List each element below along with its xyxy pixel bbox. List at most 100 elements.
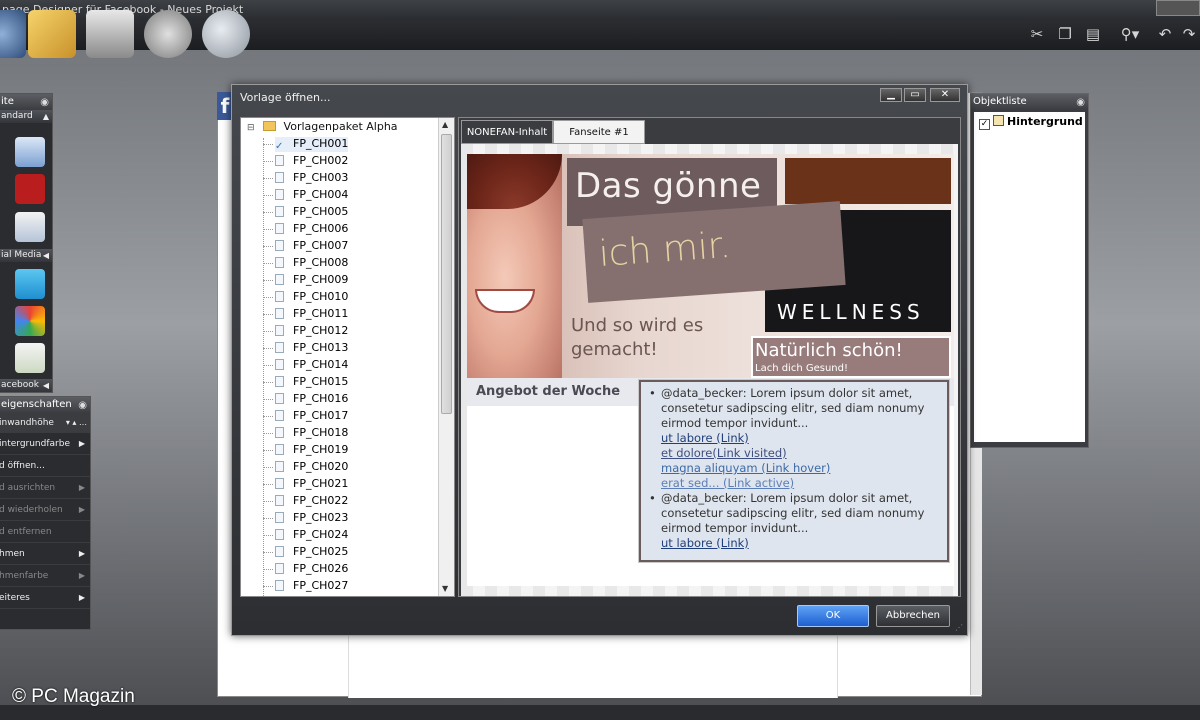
stepper-icon[interactable]: ▾ ▴ … xyxy=(66,413,87,433)
tree-item[interactable]: FP_CH011 xyxy=(275,307,348,320)
tree-item[interactable]: FP_CH015 xyxy=(275,375,348,388)
preview-icon[interactable] xyxy=(202,10,250,58)
properties-menu-item-label: d wiederholen xyxy=(0,505,63,515)
twitter-icon[interactable] xyxy=(15,269,45,299)
tree-scrollbar[interactable]: ▲ ▼ xyxy=(438,118,454,596)
pin-icon[interactable]: ◉ xyxy=(1076,95,1085,111)
tree-item[interactable]: FP_CH018 xyxy=(275,426,348,439)
offer-link[interactable]: ut labore (Link) xyxy=(647,431,941,446)
offer-link[interactable]: erat sed... (Link active) xyxy=(647,476,941,491)
object-item-hintergrund[interactable]: ✓ Hintergrund xyxy=(979,115,1083,130)
pin-icon[interactable]: ◉ xyxy=(78,398,87,414)
tree-item[interactable]: FP_CH026 xyxy=(275,562,348,575)
offer-list: @data_becker: Lorem ipsum dolor sit amet… xyxy=(647,386,941,551)
resize-grip-icon[interactable]: ⋰ xyxy=(955,623,965,633)
offer-link[interactable]: et dolore(Link visited) xyxy=(647,446,941,461)
copy-icon[interactable]: ❐ xyxy=(1056,25,1074,43)
section-standard[interactable]: andard ▲ xyxy=(0,110,52,123)
tree-item[interactable]: FP_CH013 xyxy=(275,341,348,354)
collapse-icon[interactable]: ▲ xyxy=(43,110,49,123)
brown-block xyxy=(785,158,951,204)
properties-menu-item[interactable]: hmen ▶ xyxy=(0,543,90,565)
tree-item[interactable]: FP_CH017 xyxy=(275,409,348,422)
paste-icon[interactable]: ▤ xyxy=(1084,25,1102,43)
properties-menu-item[interactable]: eiteres ▶ xyxy=(0,587,90,609)
cut-icon[interactable]: ✂ xyxy=(1028,25,1046,43)
tree-item[interactable]: FP_CH024 xyxy=(275,528,348,541)
submenu-arrow-icon: ▶ xyxy=(78,483,85,492)
pin-icon[interactable]: ◉ xyxy=(40,95,49,111)
tree-guide-line xyxy=(263,484,273,485)
tree-item[interactable]: FP_CH016 xyxy=(275,392,348,405)
flash-widget-icon[interactable] xyxy=(15,174,45,204)
section-social-media[interactable]: ial Media ◀ xyxy=(0,249,52,262)
tree-item[interactable]: FP_CH025 xyxy=(275,545,348,558)
watermark: © PC Magazin xyxy=(12,686,135,707)
window-controls[interactable] xyxy=(1156,0,1200,16)
tab-fanseite-1[interactable]: Fanseite #1 xyxy=(553,120,645,144)
undo-icon[interactable]: ↶ xyxy=(1156,25,1174,43)
tab-nonefan-inhalt[interactable]: NONEFAN-Inhalt xyxy=(461,120,553,144)
maximize-icon[interactable]: ▭ xyxy=(904,88,926,102)
tree-item[interactable]: FP_CH008 xyxy=(275,256,348,269)
scroll-down-icon[interactable]: ▼ xyxy=(442,584,448,593)
tree-guide-line xyxy=(263,331,273,332)
tree-item[interactable]: ✓ FP_CH001 xyxy=(275,137,349,152)
tree-scroll-thumb[interactable] xyxy=(441,134,452,414)
tree-item[interactable]: FP_CH022 xyxy=(275,494,348,507)
properties-menu-item[interactable]: intergrundfarbe ▶ xyxy=(0,433,90,455)
offer-title: Angebot der Woche xyxy=(476,384,621,399)
tree-item[interactable]: FP_CH014 xyxy=(275,358,348,371)
wand-icon[interactable] xyxy=(0,10,26,58)
tree-item[interactable]: FP_CH020 xyxy=(275,460,348,473)
section-facebook[interactable]: acebook ◀ xyxy=(0,379,52,392)
redo-icon[interactable]: ↷ xyxy=(1180,25,1198,43)
canvas-scrollbar[interactable] xyxy=(970,440,982,695)
properties-menu-item[interactable]: d öffnen... xyxy=(0,455,90,477)
tree-item[interactable]: FP_CH007 xyxy=(275,239,348,252)
scroll-up-icon[interactable]: ▲ xyxy=(442,120,448,129)
picasa-icon[interactable] xyxy=(15,306,45,336)
wall-height-field[interactable]: inwandhöhe ▾ ▴ … xyxy=(0,413,90,433)
tree-item[interactable]: FP_CH019 xyxy=(275,443,348,456)
tree-item[interactable]: FP_CH002 xyxy=(275,154,348,167)
tree-item[interactable]: FP_CH006 xyxy=(275,222,348,235)
object-list-body: ✓ Hintergrund xyxy=(974,112,1085,442)
ok-button[interactable]: OK xyxy=(797,605,869,627)
publish-icon[interactable] xyxy=(144,10,192,58)
checkbox-checked-icon[interactable]: ✓ xyxy=(979,119,990,130)
collapse-icon[interactable]: ◀ xyxy=(43,249,49,262)
google-maps-icon[interactable] xyxy=(15,343,45,373)
tree-item-label: FP_CH013 xyxy=(293,341,349,354)
tree-item[interactable]: FP_CH004 xyxy=(275,188,348,201)
tree-item[interactable]: FP_CH012 xyxy=(275,324,348,337)
tree-root[interactable]: ⊟ Vorlagenpaket Alpha xyxy=(247,120,398,133)
natuerlich-text: Natürlich schön! xyxy=(755,340,903,361)
image-widget-icon[interactable] xyxy=(15,137,45,167)
text-widget-icon[interactable] xyxy=(15,212,45,242)
save-icon[interactable] xyxy=(86,10,134,58)
close-icon[interactable]: ✕ xyxy=(930,88,960,102)
tree-item[interactable]: FP_CH009 xyxy=(275,273,348,286)
tree-item[interactable]: FP_CH005 xyxy=(275,205,348,218)
group-dropdown-icon[interactable]: ⚲▾ xyxy=(1114,25,1146,43)
tree-item[interactable]: FP_CH027 xyxy=(275,579,348,592)
tree-item[interactable]: FP_CH003 xyxy=(275,171,348,184)
tree-guide-line xyxy=(263,195,273,196)
tree-item-label: FP_CH003 xyxy=(293,171,349,184)
minimize-icon[interactable]: ▁ xyxy=(880,88,902,102)
cancel-button[interactable]: Abbrechen xyxy=(876,605,950,627)
document-icon xyxy=(275,546,284,557)
template-preview: NONEFAN-Inhalt Fanseite #1 Das gönne WEL… xyxy=(458,117,961,597)
folder-open-icon[interactable] xyxy=(28,10,76,58)
tree-item[interactable]: FP_CH023 xyxy=(275,511,348,524)
tree-item[interactable]: FP_CH021 xyxy=(275,477,348,490)
offer-link[interactable]: ut labore (Link) xyxy=(647,536,941,551)
offer-link[interactable]: magna aliquyam (Link hover) xyxy=(647,461,941,476)
document-icon xyxy=(275,359,284,370)
document-icon xyxy=(275,393,284,404)
tree-item[interactable]: FP_CH010 xyxy=(275,290,348,303)
tree-guide-line xyxy=(263,467,273,468)
collapse-icon[interactable]: ◀ xyxy=(43,379,49,392)
collapse-icon[interactable]: ⊟ xyxy=(247,123,255,133)
